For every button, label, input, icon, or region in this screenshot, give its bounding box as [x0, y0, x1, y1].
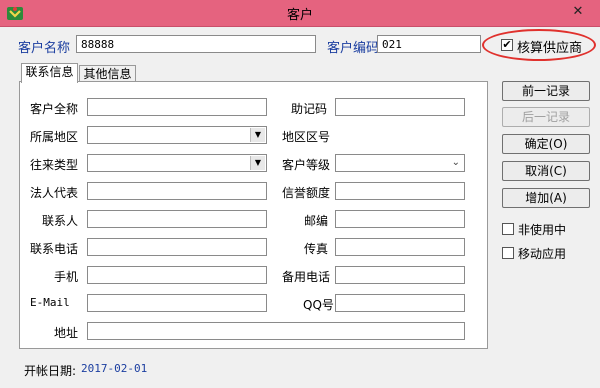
phone-input[interactable]	[87, 238, 267, 256]
region-dropdown[interactable]: ▼	[87, 126, 267, 144]
address-label: 地址	[54, 326, 79, 340]
customer-code-label: 客户编码	[327, 41, 380, 56]
phone-label: 联系电话	[30, 242, 79, 256]
next-record-button[interactable]: 后一记录	[502, 107, 590, 127]
contact-person-input[interactable]	[87, 210, 267, 228]
customer-name-label: 客户名称	[18, 41, 71, 56]
fax-label: 传真	[304, 242, 329, 256]
backup-phone-label: 备用电话	[282, 270, 331, 284]
prev-record-button[interactable]: 前一记录	[502, 81, 590, 101]
mobile-app-checkbox[interactable]	[502, 247, 514, 259]
mobile-app-checkbox-label: 移动应用	[518, 247, 567, 261]
postcode-label: 邮编	[304, 214, 329, 228]
tab-contact-info[interactable]: 联系信息	[21, 63, 78, 83]
contact-type-label: 往来类型	[30, 158, 79, 172]
customer-code-input[interactable]	[377, 35, 481, 53]
open-date-label: 开帐日期:	[24, 364, 77, 378]
mnemonic-label: 助记码	[291, 102, 328, 116]
region-code-label: 地区区号	[282, 130, 331, 144]
dropdown-arrow-icon[interactable]: ▼	[250, 128, 265, 142]
window-title: 客户	[286, 8, 313, 23]
mobile-label: 手机	[54, 270, 79, 284]
fax-input[interactable]	[335, 238, 465, 256]
customer-name-input[interactable]	[76, 35, 316, 53]
add-button[interactable]: 增加(A)	[502, 188, 590, 208]
email-label: E-Mail	[30, 296, 70, 309]
title-bar: 客户 ✕	[0, 0, 600, 27]
qq-input[interactable]	[335, 294, 465, 312]
region-label: 所属地区	[30, 130, 79, 144]
mnemonic-input[interactable]	[335, 98, 465, 116]
backup-phone-input[interactable]	[335, 266, 465, 284]
contact-person-label: 联系人	[42, 214, 79, 228]
cancel-button[interactable]: 取消(C)	[502, 161, 590, 181]
customer-level-label: 客户等级	[282, 158, 331, 172]
full-name-label: 客户全称	[30, 102, 79, 116]
unused-checkbox-label: 非使用中	[518, 223, 567, 237]
qq-label: QQ号	[303, 298, 334, 312]
credit-limit-label: 信誉额度	[282, 186, 331, 200]
check-icon: ✔	[502, 38, 512, 51]
full-name-input[interactable]	[87, 98, 267, 116]
customer-level-dropdown[interactable]: ⌄	[335, 154, 465, 172]
open-date-value: 2017-02-01	[81, 362, 148, 375]
unused-checkbox[interactable]	[502, 223, 514, 235]
chevron-down-icon[interactable]: ⌄	[452, 155, 460, 171]
postcode-input[interactable]	[335, 210, 465, 228]
credit-limit-input[interactable]	[335, 182, 465, 200]
legal-rep-label: 法人代表	[30, 186, 79, 200]
supplier-checkbox[interactable]: ✔	[501, 39, 513, 51]
contact-type-dropdown[interactable]: ▼	[87, 154, 267, 172]
address-input[interactable]	[87, 322, 465, 340]
supplier-checkbox-label: 核算供应商	[517, 41, 583, 56]
email-input[interactable]	[87, 294, 267, 312]
ok-button[interactable]: 确定(O)	[502, 134, 590, 154]
dropdown-arrow-icon[interactable]: ▼	[250, 156, 265, 170]
legal-rep-input[interactable]	[87, 182, 267, 200]
mobile-input[interactable]	[87, 266, 267, 284]
close-icon[interactable]: ✕	[566, 2, 590, 22]
